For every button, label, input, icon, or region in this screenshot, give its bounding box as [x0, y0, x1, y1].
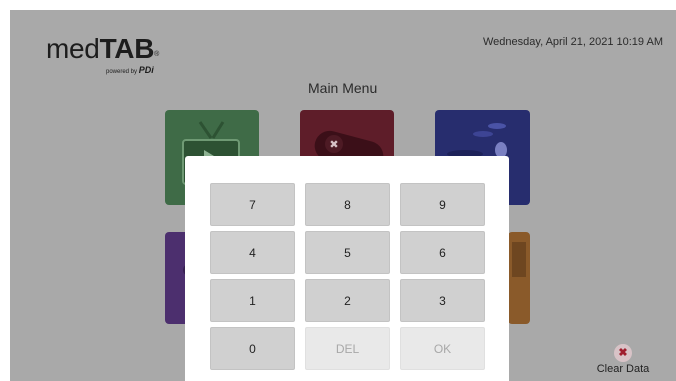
- pin-dialog: 7 8 9 4 5 6 1 2 3 0 DEL OK: [185, 156, 509, 381]
- unknown-icon: [512, 242, 526, 277]
- powered-by-text: powered by: [106, 69, 138, 75]
- app-screen: medTAB® powered by PDi Wednesday, April …: [10, 10, 676, 381]
- logo-registered: ®: [154, 51, 160, 58]
- close-circle-icon: ✖: [614, 343, 632, 362]
- keypad-key-8[interactable]: 8: [305, 183, 390, 226]
- clear-data-button[interactable]: ✖ Clear Data: [595, 343, 651, 375]
- medtab-logo: medTAB® powered by PDi: [46, 33, 160, 75]
- keypad-key-7[interactable]: 7: [210, 183, 295, 226]
- menu-tile-orange[interactable]: [508, 232, 530, 324]
- pin-keypad: 7 8 9 4 5 6 1 2 3 0 DEL OK: [210, 183, 485, 370]
- keypad-key-9[interactable]: 9: [400, 183, 485, 226]
- clear-data-label: Clear Data: [596, 362, 650, 375]
- logo-prefix: med: [46, 33, 100, 64]
- page-title: Main Menu: [308, 80, 378, 96]
- keypad-key-0[interactable]: 0: [210, 327, 295, 370]
- datetime-display: Wednesday, April 21, 2021 10:19 AM: [483, 36, 663, 48]
- keypad-key-5[interactable]: 5: [305, 231, 390, 274]
- keypad-key-6[interactable]: 6: [400, 231, 485, 274]
- powered-by-brand: PDi: [138, 65, 154, 75]
- svg-text:✖: ✖: [329, 138, 338, 151]
- keypad-delete-button[interactable]: DEL: [305, 327, 390, 370]
- keypad-key-4[interactable]: 4: [210, 231, 295, 274]
- keypad-key-1[interactable]: 1: [210, 279, 295, 322]
- keypad-ok-button[interactable]: OK: [400, 327, 485, 370]
- keypad-key-3[interactable]: 3: [400, 279, 485, 322]
- keypad-key-2[interactable]: 2: [305, 279, 390, 322]
- powered-by: powered by PDi: [106, 65, 154, 75]
- logo-bold: TAB: [99, 33, 155, 64]
